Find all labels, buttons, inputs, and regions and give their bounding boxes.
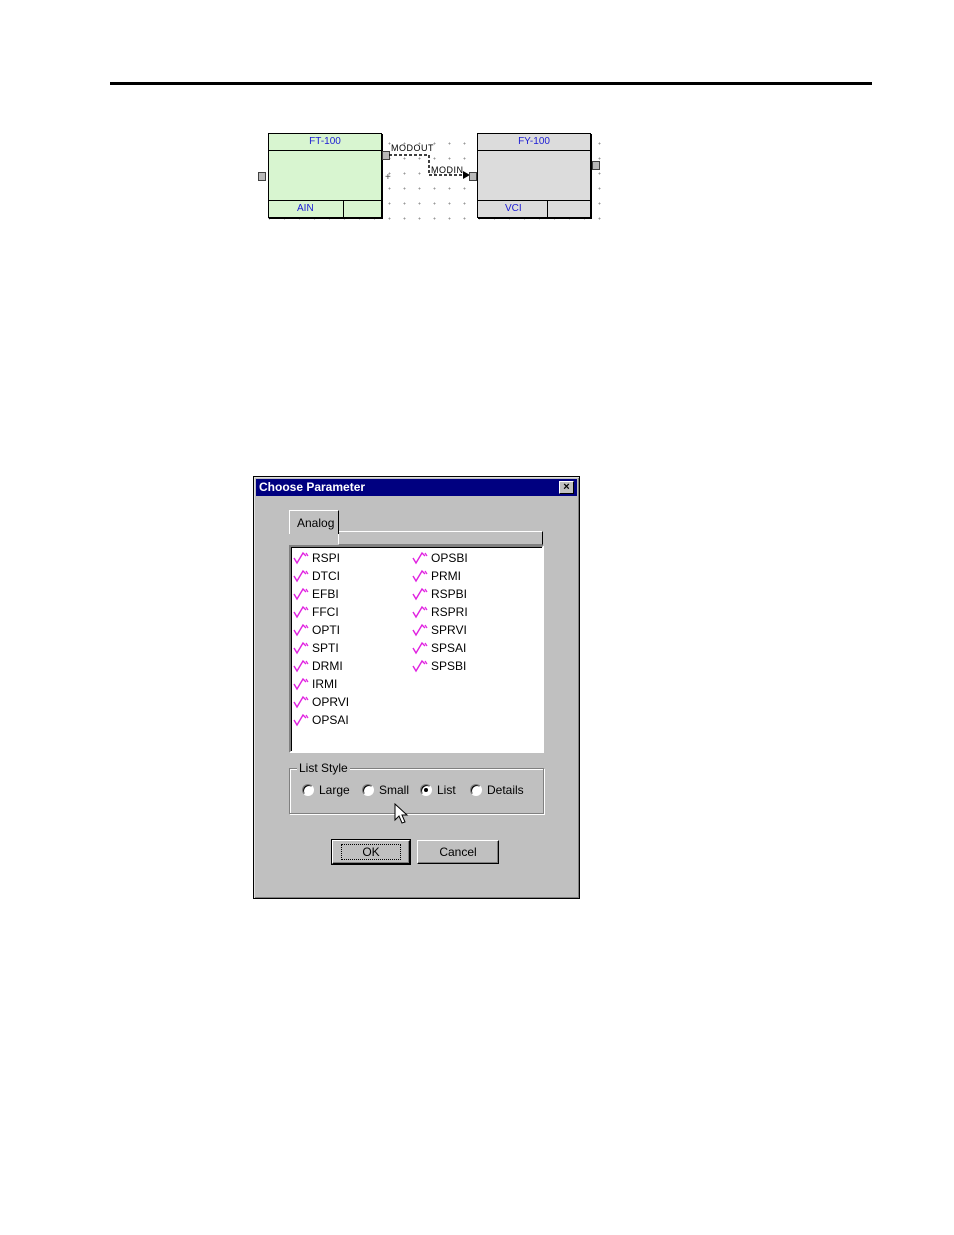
parameter-list-item-label: SPRVI [431,623,467,637]
block-b-footer: VCI [478,200,590,217]
radio-small-indicator [362,784,374,796]
parameter-list-item-label: DTCI [312,569,340,583]
radio-large-label: Large [319,783,350,797]
parameter-list-item-label: OPSBI [431,551,468,565]
parameter-list-item-label: SPTI [312,641,339,655]
function-block-diagram: FT-100 AIN MODOUT + MODIN FY-100 VCI [258,132,602,222]
radio-large-indicator [302,784,314,796]
radio-details-indicator [470,784,482,796]
parameter-list-item-label: IRMI [312,677,338,691]
parameter-list-item[interactable]: DTCI [293,567,349,585]
analog-parameter-icon [293,695,309,709]
radio-large[interactable]: Large [302,783,350,797]
parameter-list-item[interactable]: RSPBI [412,585,468,603]
analog-parameter-icon [293,677,309,691]
parameter-list-item-label: RSPRI [431,605,468,619]
radio-list-indicator [420,784,432,796]
parameter-list[interactable]: RSPI DTCI EFBI FFCI OPTI SPTI DRMI IRMI OPRVI OPS… [289,545,544,753]
list-style-group: List Style Large Small List Details [289,761,544,814]
radio-details-label: Details [487,783,524,797]
parameter-list-item[interactable]: SPSBI [412,657,468,675]
tab-analog[interactable]: Analog [289,510,339,534]
parameter-list-column-2: OPSBI PRMI RSPBI RSPRI SPRVI SPSAI SPSBI [412,549,468,675]
analog-parameter-icon [412,551,428,565]
parameter-list-item[interactable]: PRMI [412,567,468,585]
parameter-list-item-label: OPTI [312,623,341,637]
block-b-input-port[interactable] [469,172,477,181]
analog-parameter-icon [293,659,309,673]
block-b-type: VCI [505,203,522,214]
analog-parameter-icon [412,605,428,619]
tab-strip [338,531,543,545]
parameter-list-item-label: OPSAI [312,713,349,727]
parameter-list-item[interactable]: SPSAI [412,639,468,657]
ok-button[interactable]: OK [331,839,411,865]
close-icon[interactable]: × [559,481,574,494]
page-top-rule [110,82,872,85]
radio-details[interactable]: Details [470,783,524,797]
analog-parameter-icon [293,551,309,565]
parameter-list-item[interactable]: OPSBI [412,549,468,567]
analog-parameter-icon [412,587,428,601]
parameter-list-item-label: SPSAI [431,641,467,655]
parameter-list-column-1: RSPI DTCI EFBI FFCI OPTI SPTI DRMI IRMI OPRVI OPS… [293,549,349,729]
input-port-label: MODIN [431,165,464,175]
parameter-list-item[interactable]: RSPI [293,549,349,567]
tab-analog-label: Analog [297,516,335,530]
block-b-footer-divider [547,201,548,217]
parameter-list-item[interactable]: OPSAI [293,711,349,729]
parameter-list-item-label: FFCI [312,605,339,619]
parameter-list-item-label: RSPI [312,551,341,565]
parameter-list-item[interactable]: OPRVI [293,693,349,711]
analog-parameter-icon [412,641,428,655]
analog-parameter-icon [293,641,309,655]
list-style-label: List Style [297,761,350,775]
parameter-list-item[interactable]: OPTI [293,621,349,639]
parameter-list-item[interactable]: SPRVI [412,621,468,639]
parameter-list-item[interactable]: IRMI [293,675,349,693]
parameter-list-item-label: SPSBI [431,659,467,673]
parameter-list-item[interactable]: FFCI [293,603,349,621]
parameter-list-item-label: DRMI [312,659,343,673]
parameter-list-item[interactable]: SPTI [293,639,349,657]
analog-parameter-icon [293,713,309,727]
analog-parameter-icon [412,569,428,583]
block-b-output-port[interactable] [592,161,600,170]
analog-parameter-icon [293,587,309,601]
parameter-list-item-label: RSPBI [431,587,468,601]
function-block-fy-100[interactable]: FY-100 VCI [477,133,591,218]
analog-parameter-icon [412,659,428,673]
parameter-list-item-label: EFBI [312,587,339,601]
dialog-titlebar[interactable]: Choose Parameter × [256,479,577,496]
parameter-list-item-label: OPRVI [312,695,350,709]
analog-parameter-icon [412,623,428,637]
choose-parameter-dialog: Choose Parameter × Analog RSPI DTCI EFBI FF… [253,476,580,899]
radio-small-label: Small [379,783,410,797]
radio-small[interactable]: Small [362,783,409,797]
radio-list[interactable]: List [420,783,456,797]
parameter-list-item[interactable]: DRMI [293,657,349,675]
parameter-list-item[interactable]: RSPRI [412,603,468,621]
mouse-pointer-icon [394,803,409,824]
analog-parameter-icon [293,569,309,583]
parameter-list-item[interactable]: EFBI [293,585,349,603]
dialog-title: Choose Parameter [259,480,366,494]
parameter-list-item-label: PRMI [431,569,461,583]
radio-list-label: List [437,783,456,797]
analog-parameter-icon [293,605,309,619]
analog-parameter-icon [293,623,309,637]
block-b-name: FY-100 [478,134,590,151]
cancel-button-label: Cancel [439,845,477,859]
cancel-button[interactable]: Cancel [417,840,499,864]
ok-button-label: OK [341,844,401,860]
